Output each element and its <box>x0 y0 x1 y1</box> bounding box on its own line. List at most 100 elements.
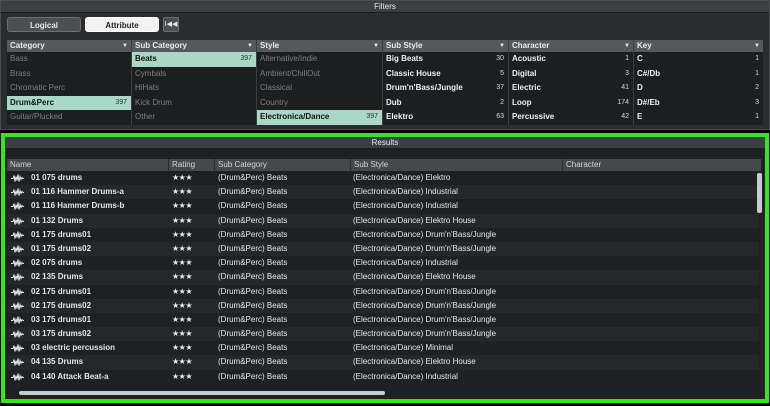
logical-mode-button[interactable]: Logical <box>7 17 81 32</box>
row-rating[interactable]: ★★★ <box>172 270 193 284</box>
key-item[interactable]: D2 <box>634 81 763 96</box>
table-row[interactable]: 03 electric percussion ★★★ (Drum&Perc) Bea… <box>7 341 759 355</box>
row-rating[interactable]: ★★★ <box>172 199 193 213</box>
row-rating[interactable]: ★★★ <box>172 313 193 327</box>
character-column-header[interactable]: Character <box>563 159 761 171</box>
audio-waveform-icon <box>11 273 24 281</box>
item-label: Bass <box>10 54 28 63</box>
category-item[interactable]: Guitar/Plucked <box>7 110 131 125</box>
chevron-down-icon[interactable]: ▼ <box>754 40 760 52</box>
item-count: 3 <box>755 98 759 106</box>
row-sub-category: (Drum&Perc) Beats <box>218 286 288 296</box>
table-row[interactable]: 03 175 drums01 ★★★ (Drum&Perc) Beats (Elect… <box>7 313 759 327</box>
name-column-header[interactable]: Name <box>7 159 169 171</box>
reset-filters-icon[interactable]: I◀◀ <box>163 17 179 32</box>
table-row[interactable]: 01 175 drums02 ★★★ (Drum&Perc) Beats (Elect… <box>7 241 759 257</box>
row-rating[interactable]: ★★★ <box>172 370 193 384</box>
sub-category-item[interactable]: Kick Drum <box>132 96 256 111</box>
vertical-scrollbar[interactable] <box>757 173 762 213</box>
row-rating[interactable]: ★★★ <box>172 242 193 256</box>
row-sub-style: (Electronica/Dance) Industrial <box>353 258 458 268</box>
table-row[interactable]: 01 175 drums01 ★★★ (Drum&Perc) Beats (Elect… <box>7 228 759 242</box>
table-row[interactable]: 04 140 Attack Beat-a ★★★ (Drum&Perc) Beats… <box>7 370 759 384</box>
sub-style-item[interactable]: Elektro 63 <box>383 110 508 125</box>
rating-column-header[interactable]: Rating <box>169 159 215 171</box>
chevron-down-icon[interactable]: ▼ <box>373 40 379 52</box>
table-row[interactable]: 02 135 Drums ★★★ (Drum&Perc) Beats (Electro… <box>7 270 759 285</box>
category-item[interactable]: Drum&Perc 397 <box>7 95 131 110</box>
style-item[interactable]: Electronica/Dance 397 <box>257 110 382 125</box>
chevron-down-icon[interactable]: ▼ <box>122 40 128 52</box>
audio-waveform-icon <box>11 344 24 352</box>
chevron-down-icon[interactable]: ▼ <box>499 40 505 52</box>
row-rating[interactable]: ★★★ <box>172 285 193 299</box>
sub-style-column-header[interactable]: Sub Style ▼ <box>383 40 508 52</box>
row-rating[interactable]: ★★★ <box>172 299 193 313</box>
character-item[interactable]: Loop 174 <box>509 96 633 111</box>
sub-category-item[interactable]: HiHats <box>132 81 256 96</box>
category-item[interactable]: Bass <box>7 52 131 67</box>
item-count: 2 <box>755 84 759 91</box>
category-item[interactable]: Chromatic Perc <box>7 81 131 96</box>
audio-waveform-icon <box>11 302 24 310</box>
sub-style-item[interactable]: Big Beats 30 <box>383 52 508 67</box>
sub-style-column-header[interactable]: Sub Style <box>351 159 563 171</box>
row-rating[interactable]: ★★★ <box>172 185 193 199</box>
item-label: Ambient/ChillOut <box>260 68 321 78</box>
table-row[interactable]: 01 116 Hammer Drums-b ★★★ (Drum&Perc) Beat… <box>7 199 759 213</box>
table-row[interactable]: 02 075 drums ★★★ (Drum&Perc) Beats (Electro… <box>7 256 759 270</box>
table-row[interactable]: 01 132 Drums ★★★ (Drum&Perc) Beats (Electro… <box>7 213 759 228</box>
character-column-header[interactable]: Character ▼ <box>509 40 633 52</box>
chevron-down-icon[interactable]: ▼ <box>247 40 253 52</box>
sub-category-item[interactable]: Beats 397 <box>132 52 256 67</box>
sub-style-item[interactable]: Drum'n'Bass/Jungle 37 <box>383 81 508 96</box>
style-item[interactable]: Alternative/Indie <box>257 52 382 67</box>
horizontal-scrollbar[interactable] <box>19 391 385 395</box>
sub-category-column-header[interactable]: Sub Category <box>215 159 351 171</box>
row-sub-style: (Electronica/Dance) Drum'n'Bass/Jungle <box>353 243 497 253</box>
sub-category-item[interactable]: Cymbals <box>132 67 256 82</box>
attribute-mode-button[interactable]: Attribute <box>85 17 159 32</box>
table-row[interactable]: 01 075 drums ★★★ (Drum&Perc) Beats (Electro… <box>7 171 759 185</box>
item-label: Chromatic Perc <box>10 83 66 92</box>
row-rating[interactable]: ★★★ <box>172 228 193 242</box>
sub-category-item[interactable]: Other <box>132 110 256 125</box>
style-item[interactable]: Ambient/ChillOut <box>257 67 382 82</box>
table-row[interactable]: 01 116 Hammer Drums-a ★★★ (Drum&Perc) Beat… <box>7 185 759 200</box>
sub-style-item[interactable]: Classic House 5 <box>383 67 508 82</box>
style-item[interactable]: Country <box>257 96 382 111</box>
key-item[interactable]: E1 <box>634 110 763 125</box>
character-item[interactable]: Percussive 42 <box>509 110 633 125</box>
key-item[interactable]: C1 <box>634 52 763 67</box>
results-panel: Results Name Rating Sub Category Sub Sty… <box>1 133 769 403</box>
table-row[interactable]: 03 175 drums02 ★★★ (Drum&Perc) Beats (Elect… <box>7 327 759 342</box>
sub-category-column-header[interactable]: Sub Category ▼ <box>132 40 256 52</box>
character-item[interactable]: Digital 3 <box>509 67 633 82</box>
item-count: 397 <box>115 98 127 106</box>
row-rating[interactable]: ★★★ <box>172 256 193 270</box>
table-row[interactable]: 04 135 Drums ★★★ (Drum&Perc) Beats (Electro… <box>7 355 759 370</box>
style-item[interactable]: Classical <box>257 81 382 96</box>
row-rating[interactable]: ★★★ <box>172 327 193 341</box>
key-item[interactable]: D#/Eb 3 <box>634 96 763 111</box>
sub-style-item[interactable]: Dub 2 <box>383 96 508 111</box>
row-rating[interactable]: ★★★ <box>172 214 193 228</box>
chevron-down-icon[interactable]: ▼ <box>624 40 630 52</box>
audio-waveform-icon <box>11 188 24 196</box>
row-rating[interactable]: ★★★ <box>172 341 193 355</box>
row-rating[interactable]: ★★★ <box>172 355 193 369</box>
style-column-header[interactable]: Style ▼ <box>257 40 382 52</box>
category-item[interactable]: Brass <box>7 67 131 82</box>
item-count: 63 <box>496 113 504 120</box>
character-item[interactable]: Electric 41 <box>509 81 633 96</box>
key-item[interactable]: C#/Db 1 <box>634 67 763 82</box>
table-row[interactable]: 02 175 drums01 ★★★ (Drum&Perc) Beats (Elect… <box>7 285 759 299</box>
category-column-header[interactable]: Category ▼ <box>7 40 131 52</box>
character-item[interactable]: Acoustic 1 <box>509 52 633 67</box>
item-label: Electronica/Dance <box>260 112 330 121</box>
row-rating[interactable]: ★★★ <box>172 171 193 185</box>
key-column-header[interactable]: Key ▼ <box>634 40 763 52</box>
row-name: 03 electric percussion <box>31 343 116 353</box>
table-row[interactable]: 02 175 drums02 ★★★ (Drum&Perc) Beats (Elect… <box>7 298 759 313</box>
row-sub-category: (Drum&Perc) Beats <box>218 343 288 353</box>
